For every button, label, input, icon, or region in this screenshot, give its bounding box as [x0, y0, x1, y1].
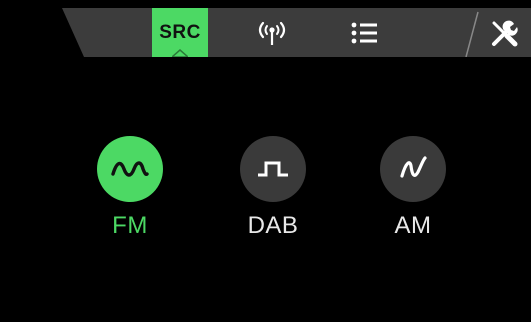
source-fm-label: FM	[112, 212, 148, 239]
am-wave-icon	[400, 156, 427, 178]
radio-signal-icon	[258, 21, 286, 45]
source-fm[interactable]: FM	[90, 136, 170, 240]
tools-icon	[492, 20, 518, 46]
source-am-label: AM	[394, 212, 432, 239]
dab-square-wave-icon	[258, 161, 288, 177]
tab-src[interactable]: SRC	[152, 8, 208, 57]
top-navigation-bar: SRC	[0, 0, 531, 57]
tab-list[interactable]	[344, 8, 384, 57]
active-tab-indicator	[172, 49, 188, 57]
source-dab-circle	[240, 136, 306, 202]
tab-settings[interactable]	[482, 8, 526, 57]
source-fm-circle	[97, 136, 163, 202]
fm-wave-icon	[111, 161, 149, 177]
list-icon	[351, 22, 377, 43]
source-am[interactable]: AM	[373, 136, 453, 240]
tab-src-label: SRC	[159, 21, 201, 43]
radio-source-screen: SRC FM DAB AM	[0, 0, 531, 322]
tab-signal[interactable]	[250, 8, 294, 57]
source-am-circle	[380, 136, 446, 202]
source-dab-label: DAB	[247, 212, 299, 239]
source-dab[interactable]: DAB	[233, 136, 313, 240]
